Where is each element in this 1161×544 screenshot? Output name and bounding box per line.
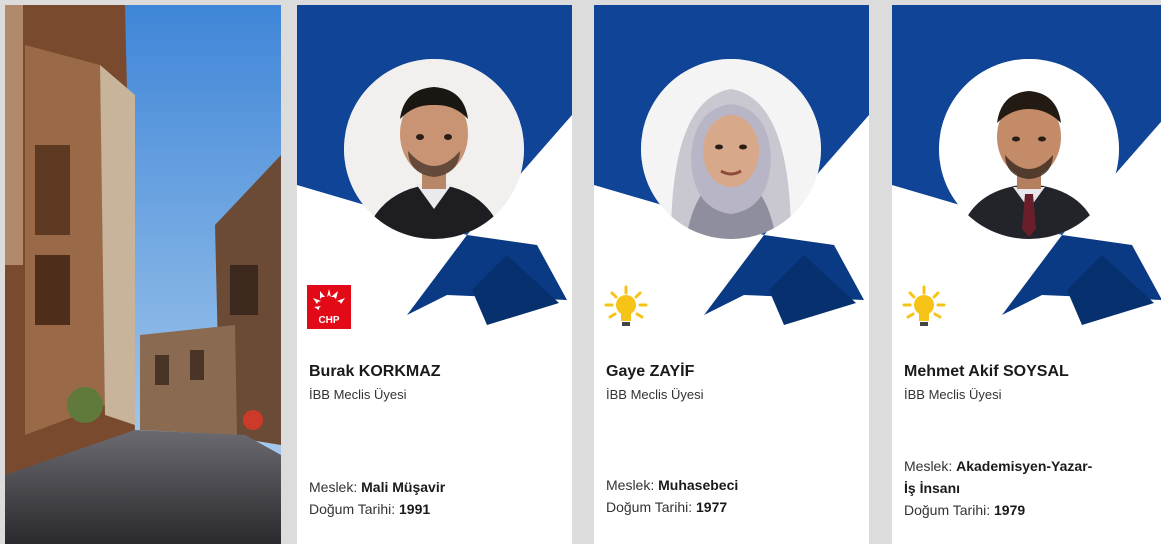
- profession-line: Meslek: Mali Müşavir: [309, 476, 564, 498]
- birth-label: Doğum Tarihi:: [904, 502, 995, 518]
- birth-year: 1977: [696, 499, 728, 515]
- birth-line: Doğum Tarihi: 1991: [309, 498, 564, 520]
- member-name: Burak KORKMAZ: [309, 363, 441, 380]
- ak-parti-bulb-logo: [604, 285, 648, 329]
- profession-value: Muhasebeci: [658, 477, 739, 493]
- member-details: Meslek: Mali Müşavir Doğum Tarihi: 1991: [309, 476, 564, 520]
- profession-line: Meslek: Muhasebeci: [606, 474, 861, 496]
- profession-label: Meslek:: [606, 477, 659, 493]
- birth-label: Doğum Tarihi:: [606, 499, 697, 515]
- profession-value-cont: İş İnsanı: [904, 480, 961, 496]
- street-photo: [5, 5, 281, 544]
- profession-line: Meslek: Akademisyen-Yazar-: [904, 455, 1159, 477]
- member-name: Mehmet Akif SOYSAL: [904, 363, 1069, 380]
- avatar: [939, 59, 1119, 239]
- member-role: İBB Meclis Üyesi: [309, 387, 407, 402]
- profession-value: Mali Müşavir: [361, 479, 446, 495]
- svg-text:CHP: CHP: [318, 315, 339, 326]
- profession-label: Meslek:: [309, 479, 362, 495]
- birth-label: Doğum Tarihi:: [309, 501, 400, 517]
- profession-value: Akademisyen-Yazar-: [956, 458, 1093, 474]
- birth-line: Doğum Tarihi: 1977: [606, 496, 861, 518]
- avatar: [641, 59, 821, 239]
- council-member-card[interactable]: Mehmet Akif SOYSAL İBB Meclis Üyesi Mesl…: [892, 5, 1161, 544]
- profession-label: Meslek:: [904, 458, 957, 474]
- council-member-card[interactable]: Gaye ZAYİF İBB Meclis Üyesi Meslek: Muha…: [594, 5, 869, 544]
- profession-line-2: İş İnsanı: [904, 477, 1159, 499]
- ak-parti-bulb-logo: [902, 285, 946, 329]
- member-details: Meslek: Akademisyen-Yazar- İş İnsanı Doğ…: [904, 455, 1159, 521]
- council-member-card[interactable]: CHP Burak KORKMAZ İBB Meclis Üyesi Mesle…: [297, 5, 572, 544]
- birth-year: 1991: [399, 501, 431, 517]
- chp-logo: CHP: [307, 285, 351, 329]
- member-details: Meslek: Muhasebeci Doğum Tarihi: 1977: [606, 474, 861, 518]
- birth-year: 1979: [994, 502, 1026, 518]
- member-role: İBB Meclis Üyesi: [904, 387, 1002, 402]
- member-name: Gaye ZAYİF: [606, 363, 695, 380]
- birth-line: Doğum Tarihi: 1979: [904, 499, 1159, 521]
- member-role: İBB Meclis Üyesi: [606, 387, 704, 402]
- avatar: [344, 59, 524, 239]
